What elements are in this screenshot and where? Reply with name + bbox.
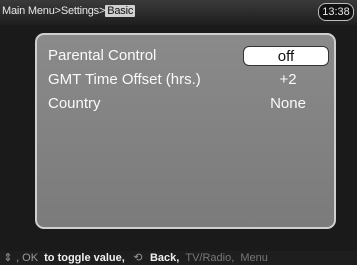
setting-label: Country bbox=[48, 95, 101, 112]
help-tvradio-text: TV/Radio, bbox=[185, 252, 235, 264]
setting-row-country[interactable]: Country None bbox=[37, 92, 334, 116]
title-bar: Main Menu>Settings> Basic 13:38 bbox=[0, 0, 357, 25]
help-back-text: Back, bbox=[149, 252, 180, 264]
setting-label: GMT Time Offset (hrs.) bbox=[48, 71, 201, 88]
screen: Main Menu>Settings> Basic 13:38 Parental … bbox=[0, 0, 357, 265]
setting-label: Parental Control bbox=[48, 47, 157, 64]
setting-value-toggle[interactable]: off bbox=[243, 46, 329, 66]
up-down-arrows-icon: ⇕ bbox=[3, 252, 13, 264]
breadcrumb-current: Basic bbox=[105, 5, 136, 17]
breadcrumb: Main Menu>Settings> Basic bbox=[2, 5, 136, 17]
clock: 13:38 bbox=[318, 3, 354, 21]
back-arrow-icon: ⟲ bbox=[133, 252, 143, 264]
setting-value[interactable]: None bbox=[246, 95, 330, 112]
help-menu-text: Menu bbox=[240, 252, 268, 264]
settings-panel: Parental Control off GMT Time Offset (hr… bbox=[35, 33, 336, 229]
breadcrumb-path[interactable]: Main Menu>Settings> bbox=[2, 5, 105, 17]
setting-value[interactable]: +2 bbox=[246, 71, 330, 88]
help-toggle-text: to toggle value, bbox=[44, 252, 125, 264]
setting-row-parental-control[interactable]: Parental Control off bbox=[37, 44, 334, 68]
help-bar: ⇕ , OK to toggle value, ⟲ Back, TV/Radio… bbox=[0, 251, 357, 265]
help-ok-text: , OK bbox=[16, 252, 39, 264]
setting-row-gmt-offset[interactable]: GMT Time Offset (hrs.) +2 bbox=[37, 68, 334, 92]
